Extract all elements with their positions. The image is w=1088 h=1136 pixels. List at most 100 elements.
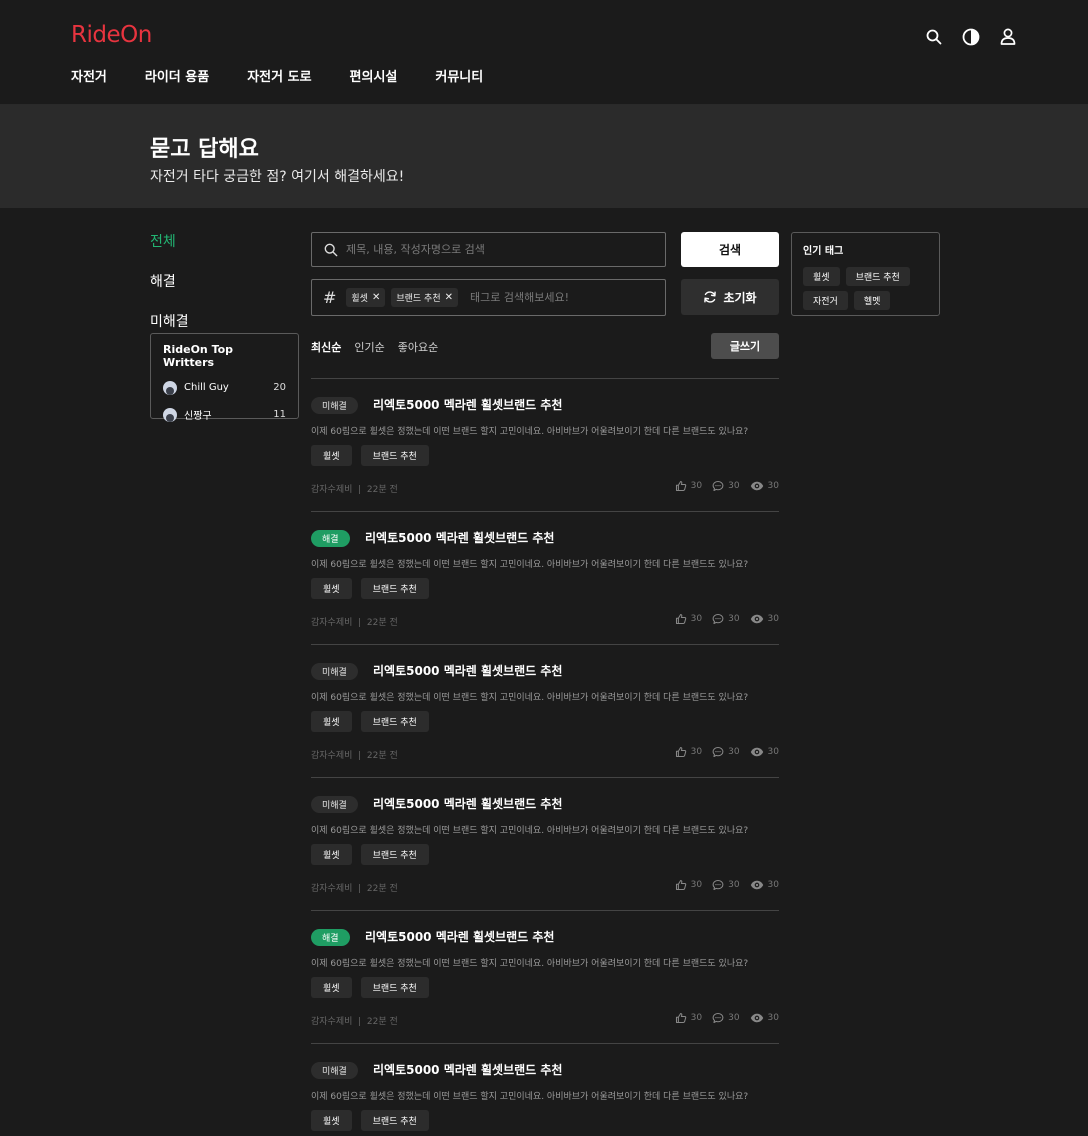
post-tag[interactable]: 브랜드 추천 — [360, 578, 429, 599]
comments-stat: 30 — [712, 879, 740, 891]
sort-popular[interactable]: 인기순 — [354, 339, 384, 355]
likes-count: 30 — [690, 1013, 703, 1023]
status-badge: 미해결 — [311, 663, 358, 680]
tag-chip-label: 휠셋 — [351, 294, 368, 304]
close-icon[interactable]: ✕ — [445, 292, 453, 303]
thumbs-up-icon — [675, 746, 686, 758]
comments-count: 30 — [728, 1013, 740, 1023]
nav-bicycle[interactable]: 자전거 — [71, 66, 107, 85]
post-time: 22분 전 — [366, 884, 398, 894]
comments-count: 30 — [728, 747, 740, 757]
comments-stat: 30 — [712, 1012, 740, 1024]
post-stats: 30 30 30 — [671, 1012, 779, 1024]
logo[interactable]: RideOn — [71, 22, 152, 48]
post-tag[interactable]: 브랜드 추천 — [360, 711, 429, 732]
views-stat: 30 — [750, 613, 779, 625]
post-tag[interactable]: 휠셋 — [311, 445, 352, 466]
popular-tags-card: 인기 태그 휠셋 브랜드 추천 자전거 헬멧 — [791, 232, 940, 316]
status-badge: 미해결 — [311, 1062, 358, 1079]
post-tag[interactable]: 브랜드 추천 — [360, 445, 429, 466]
post-tag[interactable]: 브랜드 추천 — [360, 844, 429, 865]
post-item[interactable]: 미해결 리엑토5000 멕라렌 휠셋브랜드 추천 이제 60림으로 휠셋은 정했… — [311, 1043, 779, 1136]
close-icon[interactable]: ✕ — [372, 292, 380, 303]
post-tag[interactable]: 브랜드 추천 — [360, 977, 429, 998]
post-title[interactable]: 리엑토5000 멕라렌 휠셋브랜드 추천 — [365, 929, 554, 946]
filter-all[interactable]: 전체 — [150, 231, 189, 251]
filter-solved[interactable]: 해결 — [150, 271, 189, 291]
thumbs-up-icon — [675, 1012, 686, 1024]
popular-tags-list: 휠셋 브랜드 추천 자전거 헬멧 — [803, 267, 928, 310]
sort-likes[interactable]: 좋아요순 — [398, 339, 438, 355]
likes-stat: 30 — [675, 746, 702, 758]
search-icon[interactable] — [923, 26, 944, 47]
filter-unsolved[interactable]: 미해결 — [150, 311, 189, 331]
tag-chip-label: 브랜드 추천 — [396, 294, 441, 304]
tag-chip: 브랜드 추천 ✕ — [391, 288, 459, 307]
nav-facilities[interactable]: 편의시설 — [350, 66, 398, 85]
sort-options: 최신순 인기순 좋아요순 — [311, 339, 438, 355]
post-title[interactable]: 리엑토5000 멕라렌 휠셋브랜드 추천 — [373, 796, 562, 813]
popular-tag[interactable]: 자전거 — [803, 291, 848, 310]
popular-tag[interactable]: 헬멧 — [853, 291, 891, 310]
post-author: 감자수제비 — [311, 884, 353, 894]
post-author: 감자수제비 — [311, 618, 353, 628]
reset-button[interactable]: 초기화 — [681, 279, 779, 315]
thumbs-up-icon — [675, 879, 686, 891]
likes-count: 30 — [690, 481, 703, 491]
post-tag[interactable]: 휠셋 — [311, 844, 352, 865]
nav-rider-gear[interactable]: 라이더 용품 — [145, 66, 209, 85]
post-tag[interactable]: 휠셋 — [311, 977, 352, 998]
post-meta: 감자수제비 | 22분 전 — [311, 881, 398, 894]
post-tag[interactable]: 휠셋 — [311, 1110, 352, 1131]
popular-tag[interactable]: 브랜드 추천 — [845, 267, 910, 286]
meta-divider: | — [352, 884, 367, 894]
post-stats: 30 30 30 — [671, 879, 779, 891]
post-list: 미해결 리엑토5000 멕라렌 휠셋브랜드 추천 이제 60림으로 휠셋은 정했… — [311, 378, 779, 1136]
search-button[interactable]: 검색 — [681, 232, 779, 267]
post-item[interactable]: 미해결 리엑토5000 멕라렌 휠셋브랜드 추천 이제 60림으로 휠셋은 정했… — [311, 644, 779, 777]
nav-bike-road[interactable]: 자전거 도로 — [247, 66, 311, 85]
sort-latest[interactable]: 최신순 — [311, 339, 341, 355]
post-item[interactable]: 미해결 리엑토5000 멕라렌 휠셋브랜드 추천 이제 60림으로 휠셋은 정했… — [311, 378, 779, 511]
post-tag[interactable]: 휠셋 — [311, 711, 352, 732]
views-stat: 30 — [750, 480, 779, 492]
views-count: 30 — [767, 747, 779, 757]
post-tag[interactable]: 휠셋 — [311, 578, 352, 599]
post-time: 22분 전 — [366, 485, 398, 495]
comment-icon — [712, 1012, 724, 1024]
comment-icon — [712, 746, 724, 758]
top-writers-title: RideOn Top Writters — [163, 343, 234, 369]
views-stat: 30 — [750, 879, 779, 891]
post-description: 이제 60림으로 휠셋은 정했는데 이떤 브랜드 할지 고민이네요. 아비바브가… — [311, 560, 749, 570]
comments-count: 30 — [728, 880, 740, 890]
post-tags: 휠셋 브랜드 추천 — [311, 578, 429, 599]
likes-stat: 30 — [675, 1012, 702, 1024]
popular-tag[interactable]: 휠셋 — [803, 267, 840, 286]
post-tags: 휠셋 브랜드 추천 — [311, 445, 429, 466]
tag-search-input[interactable] — [470, 291, 631, 304]
writer-item[interactable]: 신짱구 11 — [163, 406, 286, 423]
post-tag[interactable]: 브랜드 추천 — [360, 1110, 429, 1131]
views-stat: 30 — [750, 746, 779, 758]
user-icon[interactable] — [997, 26, 1018, 47]
comments-count: 30 — [728, 614, 740, 624]
post-item[interactable]: 해결 리엑토5000 멕라렌 휠셋브랜드 추천 이제 60림으로 휠셋은 정했는… — [311, 910, 779, 1043]
post-tags: 휠셋 브랜드 추천 — [311, 977, 429, 998]
post-title[interactable]: 리엑토5000 멕라렌 휠셋브랜드 추천 — [373, 663, 562, 680]
nav-community[interactable]: 커뮤니티 — [435, 66, 483, 85]
comments-stat: 30 — [712, 746, 740, 758]
writer-item[interactable]: Chill Guy 20 — [163, 379, 286, 396]
theme-toggle-icon[interactable] — [960, 26, 981, 47]
eye-icon — [750, 747, 763, 757]
meta-divider: | — [352, 751, 367, 761]
post-stats: 30 30 30 — [671, 480, 779, 492]
post-tags: 휠셋 브랜드 추천 — [311, 711, 429, 732]
post-item[interactable]: 미해결 리엑토5000 멕라렌 휠셋브랜드 추천 이제 60림으로 휠셋은 정했… — [311, 777, 779, 910]
search-input[interactable] — [346, 243, 626, 256]
post-title[interactable]: 리엑토5000 멕라렌 휠셋브랜드 추천 — [373, 1062, 562, 1079]
popular-tags-title: 인기 태그 — [803, 246, 844, 257]
write-button[interactable]: 글쓰기 — [711, 333, 779, 359]
post-title[interactable]: 리엑토5000 멕라렌 휠셋브랜드 추천 — [373, 397, 562, 414]
post-title[interactable]: 리엑토5000 멕라렌 휠셋브랜드 추천 — [365, 530, 554, 547]
post-item[interactable]: 해결 리엑토5000 멕라렌 휠셋브랜드 추천 이제 60림으로 휠셋은 정했는… — [311, 511, 779, 644]
